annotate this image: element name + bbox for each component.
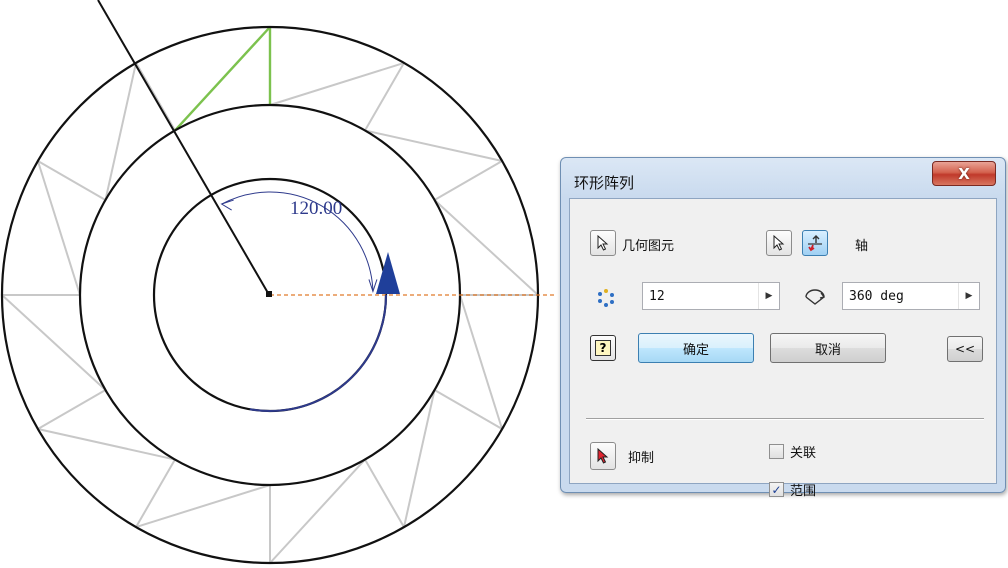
more-options-button[interactable]: << [947,336,983,362]
pattern-instance-edge [403,389,436,528]
pattern-instance-edge [364,459,405,528]
fitted-checkbox[interactable]: ✓ [769,482,784,497]
profile-edge [174,26,271,132]
reference-line[interactable] [97,0,269,294]
dialog-titlebar[interactable]: 环形阵列 X [561,158,1005,198]
flip-direction-button[interactable] [802,230,828,256]
pattern-instance-edge [37,428,176,461]
axis-label: 轴 [855,239,869,254]
help-icon: ? [595,340,611,356]
angle-flyout-icon[interactable]: ▶ [958,283,979,309]
circular-pattern-dialog: 环形阵列 X 几何图元 轴 12 ▶ 360 deg ▶ ? 确定 取消 << … [560,157,1006,499]
angle-icon [805,289,826,305]
close-icon: X [958,164,970,183]
pattern-instance-edge [1,294,107,391]
cursor-arrow-red-icon [597,448,609,464]
associative-label: 关联 [790,446,817,461]
pattern-instance-edge [37,389,106,430]
dialog-body: 几何图元 轴 ▶ [569,198,997,499]
angle-field[interactable]: ▶ [842,282,980,310]
suppress-select-button[interactable] [590,442,616,470]
angle-input[interactable] [843,283,959,309]
fitted-label: 范围 [790,484,817,499]
close-button[interactable]: X [932,161,996,186]
count-input[interactable] [643,283,759,309]
count-flyout-icon[interactable]: ▶ [758,283,779,309]
options-separator [586,418,984,420]
count-field[interactable]: ▶ [642,282,780,310]
pattern-instance-edge [433,199,539,296]
selected-profile[interactable] [174,26,272,132]
flip-direction-icon [808,235,822,252]
geometry-select-button[interactable] [590,230,616,256]
angle-dimension-text[interactable]: 120.00 [290,198,342,219]
sketch-canvas[interactable]: 120.00 [0,0,560,568]
axis-select-button[interactable] [766,230,792,256]
pattern-instance-edge [434,160,503,201]
pattern-instance-edge [269,458,366,564]
cursor-arrow-icon [597,235,609,251]
associative-checkbox[interactable] [769,444,784,459]
pattern-instance-edge [135,62,176,131]
cancel-button[interactable]: 取消 [770,333,886,363]
dialog-title: 环形阵列 [574,174,635,192]
cursor-arrow-icon [773,235,785,251]
pattern-instance-edge [364,129,503,162]
pattern-preview-lines [1,61,539,564]
count-icon [598,289,614,307]
ok-button[interactable]: 确定 [638,333,754,363]
suppress-label: 抑制 [628,451,655,466]
center-point[interactable] [266,291,272,297]
direction-arc [249,294,387,412]
angle-dimension-arrowhead [220,199,234,211]
geometry-label: 几何图元 [622,239,675,254]
pattern-instance-edge [104,62,137,201]
help-button[interactable]: ? [590,335,616,361]
